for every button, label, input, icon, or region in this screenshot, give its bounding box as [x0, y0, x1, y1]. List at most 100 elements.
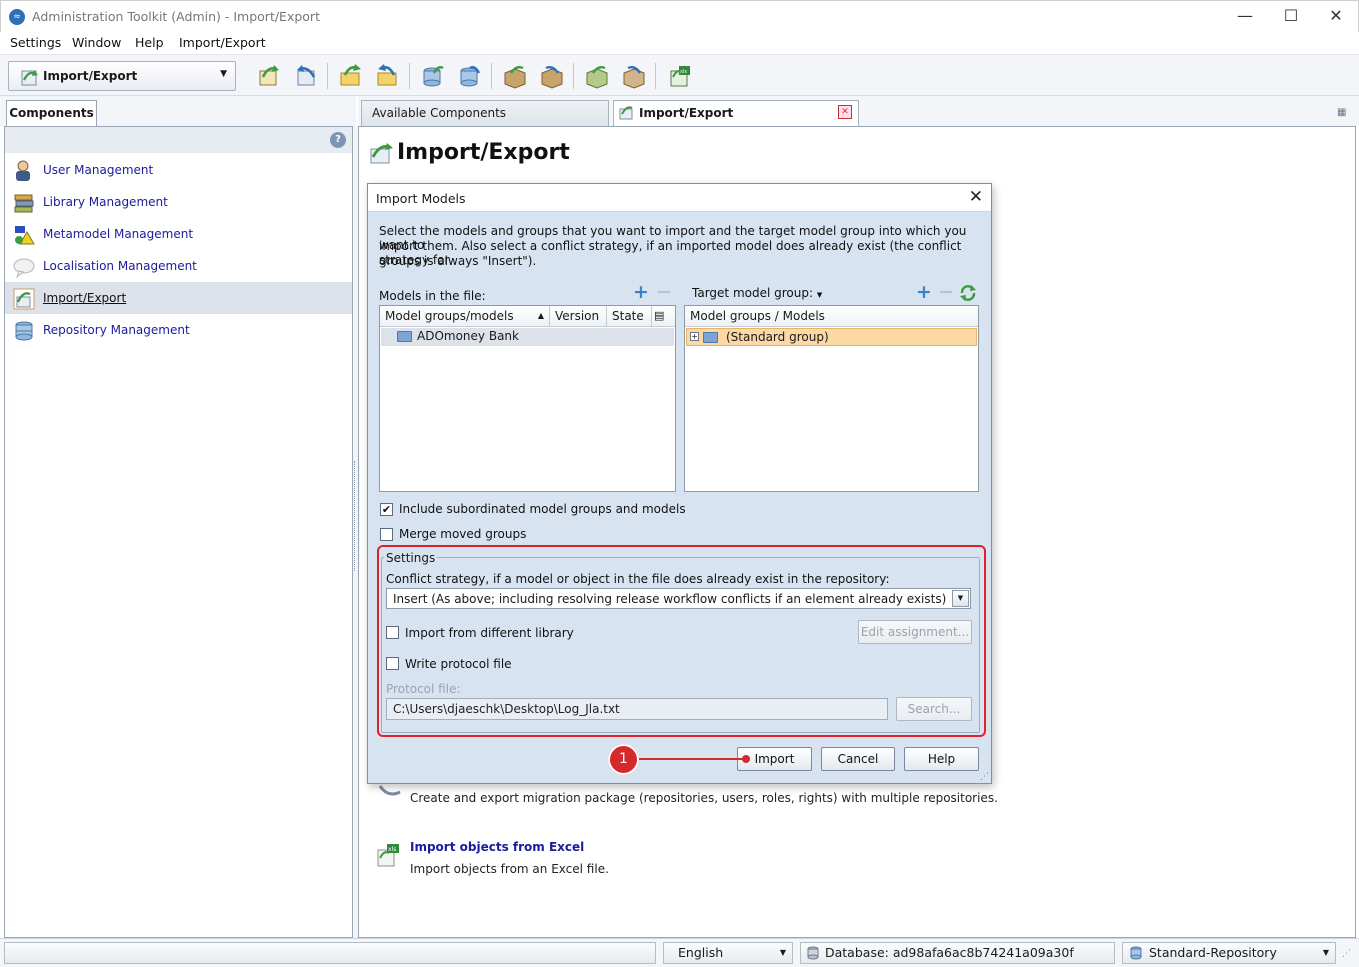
component-library-management[interactable]: Library Management — [5, 186, 352, 218]
chevron-down-icon: ▼ — [816, 291, 823, 299]
target-group-row[interactable]: + (Standard group) — [686, 328, 977, 346]
app-icon: ≈ — [9, 9, 25, 25]
models-tree[interactable]: Model groups/models ▲ Version State ▤ AD… — [379, 305, 676, 492]
export-icon[interactable] — [294, 63, 320, 89]
mode-combo[interactable]: Import/Export ▼ — [8, 61, 236, 91]
import-models-icon[interactable] — [338, 63, 364, 89]
svg-text:xls: xls — [388, 846, 396, 853]
page-title: Import/Export — [397, 140, 570, 165]
tab-list-icon[interactable]: ▦ — [1337, 107, 1346, 118]
dialog-title: Import Models — [376, 191, 466, 206]
component-repository-management[interactable]: Repository Management — [5, 314, 352, 346]
merge-moved-groups-checkbox[interactable] — [380, 528, 393, 541]
resize-grip-icon[interactable]: ⋰ — [1342, 949, 1351, 959]
import-export-icon — [370, 143, 393, 164]
import-icon[interactable] — [256, 63, 282, 89]
column-header-model-groups[interactable]: Model groups/models ▲ — [380, 306, 550, 327]
chevron-down-icon: ▼ — [779, 948, 786, 957]
menu-settings[interactable]: Settings — [10, 35, 61, 50]
target-group-label: (Standard group) — [726, 330, 829, 344]
protocol-file-input[interactable]: C:\Users\djaeschk\Desktop\Log_Jla.txt — [386, 698, 888, 720]
close-window-button[interactable]: ✕ — [1313, 1, 1359, 33]
models-tree-header: Model groups/models ▲ Version State ▤ — [380, 306, 675, 327]
toolbar-separator — [655, 63, 656, 89]
toolbar-separator — [491, 63, 492, 89]
import-export-icon — [619, 106, 633, 120]
tab-available-components[interactable]: Available Components — [361, 100, 609, 126]
import-excel-icon[interactable]: xls — [667, 63, 693, 89]
repository-value: Standard-Repository — [1149, 945, 1277, 960]
export-migration-icon[interactable] — [621, 63, 647, 89]
section-title-link[interactable]: Import objects from Excel — [410, 840, 584, 854]
repository-select[interactable]: Standard-Repository ▼ — [1122, 942, 1336, 964]
close-tab-icon[interactable]: ✕ — [838, 105, 852, 119]
component-label: Import/Export — [43, 291, 127, 305]
menu-window[interactable]: Window — [72, 35, 121, 50]
target-model-group-label[interactable]: Target model group: ▼ — [692, 286, 822, 300]
maximize-button[interactable]: ☐ — [1268, 1, 1314, 33]
resize-grip-icon[interactable]: ⋰ — [980, 772, 989, 782]
merge-moved-groups-label: Merge moved groups — [399, 527, 527, 541]
library-books-icon — [14, 194, 34, 213]
export-database-icon[interactable] — [457, 63, 483, 89]
window-title: Administration Toolkit (Admin) - Import/… — [32, 9, 320, 24]
dialog-close-icon[interactable]: ✕ — [969, 187, 983, 207]
column-header-model-groups-models[interactable]: Model groups / Models — [685, 306, 978, 327]
components-header: ? — [5, 127, 352, 153]
import-package-icon[interactable] — [502, 63, 528, 89]
settings-legend: Settings — [384, 551, 438, 565]
component-label: Metamodel Management — [43, 227, 194, 241]
target-groups-tree[interactable]: Model groups / Models + (Standard group) — [684, 305, 979, 492]
expand-node-icon[interactable]: + — [690, 332, 699, 341]
menu-help[interactable]: Help — [135, 35, 164, 50]
splitter-grip — [354, 461, 357, 571]
export-models-icon[interactable] — [375, 63, 401, 89]
status-message-field — [4, 942, 656, 964]
search-button[interactable]: Search... — [896, 697, 972, 721]
delete-group-icon[interactable]: − — [938, 283, 954, 302]
models-in-file-label: Models in the file: — [379, 289, 486, 303]
minimize-button[interactable]: — — [1222, 1, 1268, 33]
menu-import-export[interactable]: Import/Export — [179, 35, 266, 50]
conflict-strategy-select[interactable]: Insert (As above; including resolving re… — [386, 588, 971, 609]
write-protocol-file-checkbox[interactable] — [386, 657, 399, 670]
column-header-version[interactable]: Version — [550, 306, 607, 327]
expand-all-icon[interactable]: + — [633, 283, 649, 302]
help-button[interactable]: Help — [904, 747, 979, 771]
new-group-icon[interactable]: + — [916, 283, 932, 302]
column-chooser-icon[interactable]: ▤ — [654, 309, 664, 322]
component-import-export[interactable]: Import/Export — [5, 282, 352, 314]
import-button-label: Import — [754, 752, 795, 766]
excel-import-icon: xls — [377, 844, 399, 867]
include-subordinated-checkbox[interactable]: ✔ — [380, 503, 393, 516]
cancel-button[interactable]: Cancel — [821, 747, 895, 771]
protocol-file-label: Protocol file: — [386, 682, 461, 696]
include-subordinated-label: Include subordinated model groups and mo… — [399, 502, 686, 516]
migration-package-icon — [378, 785, 401, 796]
repository-icon — [1130, 946, 1142, 960]
help-icon[interactable]: ? — [330, 132, 346, 148]
export-package-icon[interactable] — [539, 63, 565, 89]
refresh-icon[interactable] — [959, 284, 977, 302]
model-row[interactable]: ADOmoney Bank — [381, 328, 674, 346]
import-database-icon[interactable] — [420, 63, 446, 89]
import-export-icon — [21, 70, 38, 86]
edit-assignment-button[interactable]: Edit assignment... — [858, 620, 972, 644]
component-user-management[interactable]: User Management — [5, 154, 352, 186]
components-panel: ? User Management Library Management Met… — [4, 126, 353, 938]
import-different-library-checkbox[interactable] — [386, 626, 399, 639]
component-label: User Management — [43, 163, 154, 177]
language-select[interactable]: English ▼ — [663, 942, 793, 964]
database-value: Database: ad98afa6ac8b74241a09a30f — [825, 945, 1074, 960]
collapse-all-icon[interactable]: − — [656, 283, 672, 302]
import-migration-icon[interactable] — [584, 63, 610, 89]
component-localisation-management[interactable]: Localisation Management — [5, 250, 352, 282]
window-titlebar: ≈ Administration Toolkit (Admin) - Impor… — [0, 0, 1359, 32]
component-metamodel-management[interactable]: Metamodel Management — [5, 218, 352, 250]
import-export-icon — [13, 288, 35, 310]
repository-database-icon — [15, 321, 33, 341]
tab-import-export[interactable]: Import/Export — [613, 100, 859, 126]
column-header-state[interactable]: State — [607, 306, 652, 327]
svg-text:xls: xls — [680, 69, 687, 75]
tab-components[interactable]: Components — [6, 100, 97, 127]
